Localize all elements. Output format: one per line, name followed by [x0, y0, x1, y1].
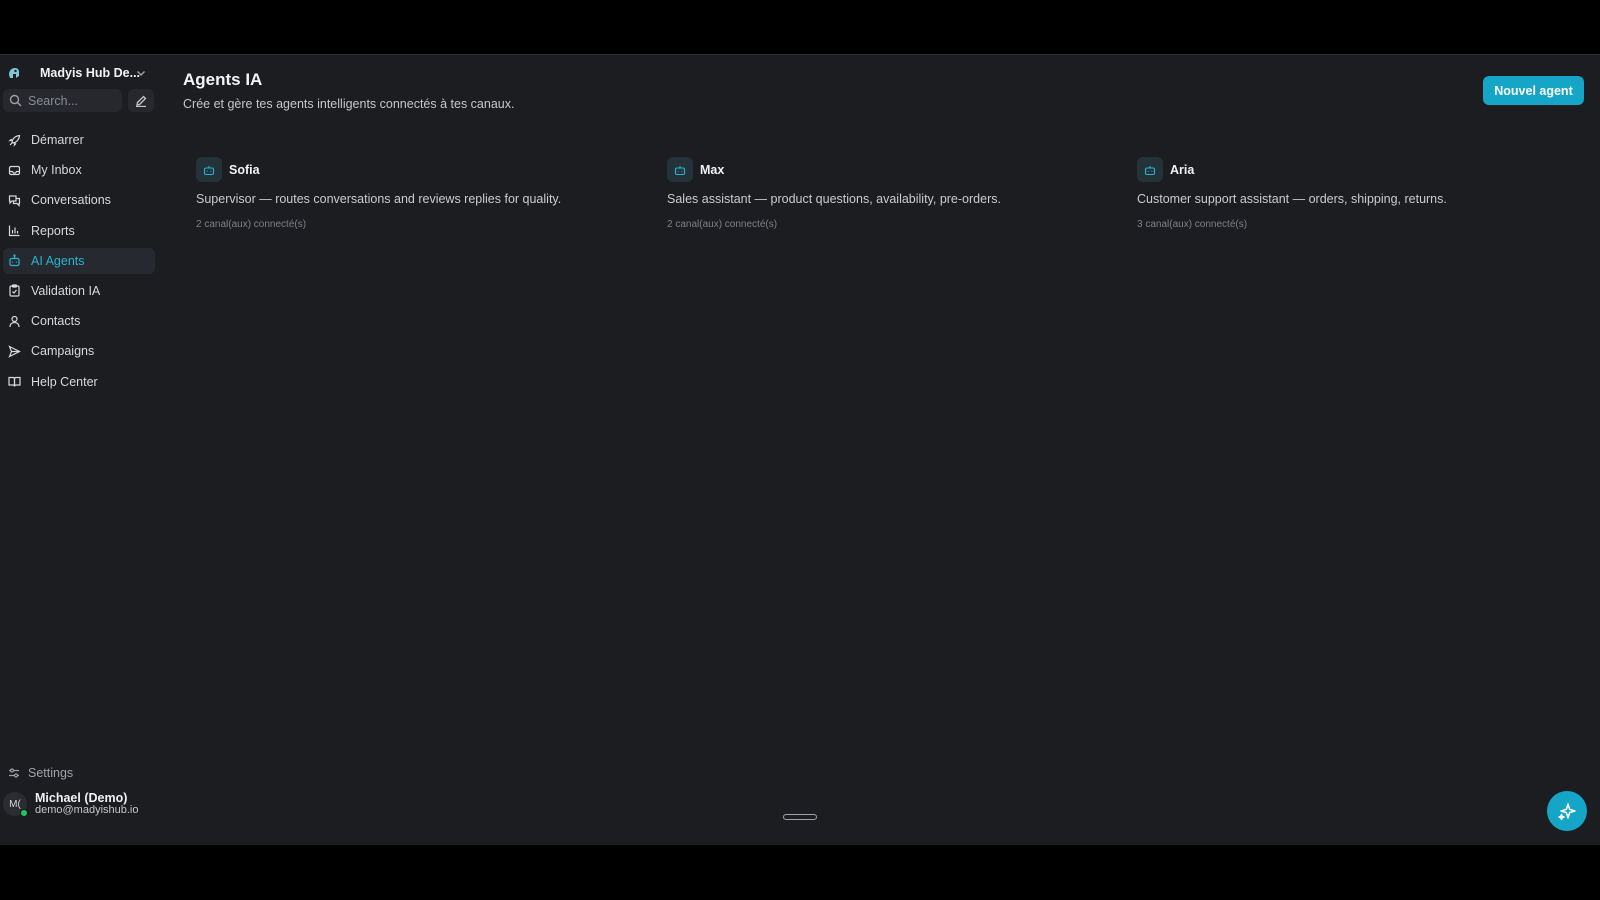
- agent-description: Sales assistant — product questions, ava…: [667, 192, 1001, 206]
- agent-name: Sofia: [229, 162, 260, 177]
- user-email: demo@madyishub.io: [35, 804, 139, 816]
- clipboard-check-icon: [9, 284, 20, 298]
- bot-icon: [1137, 157, 1163, 182]
- sidebar-item-ai-agents[interactable]: AI Agents: [3, 247, 155, 274]
- agent-card[interactable]: Sofia Supervisor — routes conversations …: [196, 157, 636, 237]
- workspace-name: Madyis Hub De...: [40, 66, 141, 80]
- agent-card[interactable]: Max Sales assistant — product questions,…: [667, 157, 1107, 237]
- send-icon: [8, 345, 21, 358]
- settings-label: Settings: [28, 766, 74, 780]
- avatar: M(: [3, 792, 28, 817]
- chat-icon: [8, 195, 21, 207]
- ai-assistant-button[interactable]: [1547, 791, 1587, 831]
- sidebar-item-label: Reports: [31, 223, 75, 238]
- sidebar-item-label: Campaigns: [31, 344, 95, 359]
- sidebar-item-reports[interactable]: Reports: [3, 218, 155, 244]
- page-subtitle: Crée et gère tes agents intelligents con…: [183, 97, 515, 111]
- sidebar-item-label: Contacts: [31, 314, 81, 329]
- user-name: Michael (Demo): [35, 791, 128, 805]
- agent-description: Supervisor — routes conversations and re…: [196, 192, 562, 206]
- new-agent-button[interactable]: Nouvel agent: [1483, 76, 1584, 105]
- avatar-initials: M(: [9, 798, 21, 810]
- sidebar-item-validation-ia[interactable]: Validation IA: [3, 278, 155, 304]
- agent-card[interactable]: Aria Customer support assistant — orders…: [1137, 157, 1577, 237]
- bot-icon: [196, 157, 222, 182]
- inbox-icon: [8, 165, 21, 175]
- sidebar-item-label: Help Center: [31, 374, 98, 389]
- drag-handle[interactable]: [783, 814, 817, 820]
- bot-icon: [9, 254, 20, 267]
- sidebar-item-contacts[interactable]: Contacts: [3, 308, 155, 334]
- sidebar-item-label: Démarrer: [31, 133, 84, 147]
- agent-name: Max: [700, 162, 725, 177]
- status-indicator: [20, 809, 28, 817]
- logo-icon: [9, 68, 19, 78]
- pencil-icon: [136, 95, 147, 107]
- user-profile[interactable]: M( Michael (Demo) demo@madyishub.io: [3, 792, 139, 817]
- chevron-down-icon: [137, 71, 145, 76]
- sidebar-item-conversations[interactable]: Conversations: [3, 187, 155, 213]
- agent-channels: 2 canal(aux) connecté(s): [667, 219, 778, 230]
- main-content: Agents IA Crée et gère tes agents intell…: [183, 55, 1600, 845]
- sidebar-nav: Démarrer My Inbox Conversations Reports: [3, 127, 155, 399]
- sidebar: Madyis Hub De... Search... Démarrer My I…: [0, 55, 160, 845]
- sidebar-item-demarrer[interactable]: Démarrer: [3, 127, 155, 153]
- search-placeholder: Search...: [28, 93, 79, 108]
- book-icon: [8, 376, 21, 387]
- agent-name: Aria: [1170, 162, 1195, 177]
- workspace-switcher[interactable]: Madyis Hub De...: [4, 63, 154, 83]
- sidebar-item-settings[interactable]: Settings: [8, 766, 73, 780]
- agent-description: Customer support assistant — orders, shi…: [1137, 192, 1447, 206]
- sidebar-item-my-inbox[interactable]: My Inbox: [3, 157, 155, 183]
- user-icon: [9, 315, 20, 327]
- sidebar-item-campaigns[interactable]: Campaigns: [3, 338, 155, 364]
- sidebar-item-label: AI Agents: [31, 253, 85, 268]
- user-info: Michael (Demo) demo@madyishub.io: [35, 792, 139, 816]
- sidebar-item-help-center[interactable]: Help Center: [3, 369, 155, 395]
- sidebar-item-label: Conversations: [31, 193, 111, 208]
- agent-channels: 2 canal(aux) connecté(s): [196, 219, 307, 230]
- compose-button[interactable]: [128, 89, 154, 112]
- bot-icon: [667, 157, 693, 182]
- sidebar-item-label: Validation IA: [31, 283, 101, 298]
- search-icon: [9, 94, 22, 107]
- sliders-icon: [9, 768, 19, 778]
- app-window: Madyis Hub De... Search... Démarrer My I…: [0, 54, 1600, 845]
- page-title: Agents IA: [183, 70, 263, 89]
- sidebar-item-label: My Inbox: [31, 163, 82, 178]
- rocket-icon: [8, 134, 21, 147]
- agent-channels: 3 canal(aux) connecté(s): [1137, 219, 1248, 230]
- bar-chart-icon: [8, 225, 20, 237]
- sparkles-icon: [1558, 803, 1576, 821]
- search-input[interactable]: Search...: [3, 89, 122, 112]
